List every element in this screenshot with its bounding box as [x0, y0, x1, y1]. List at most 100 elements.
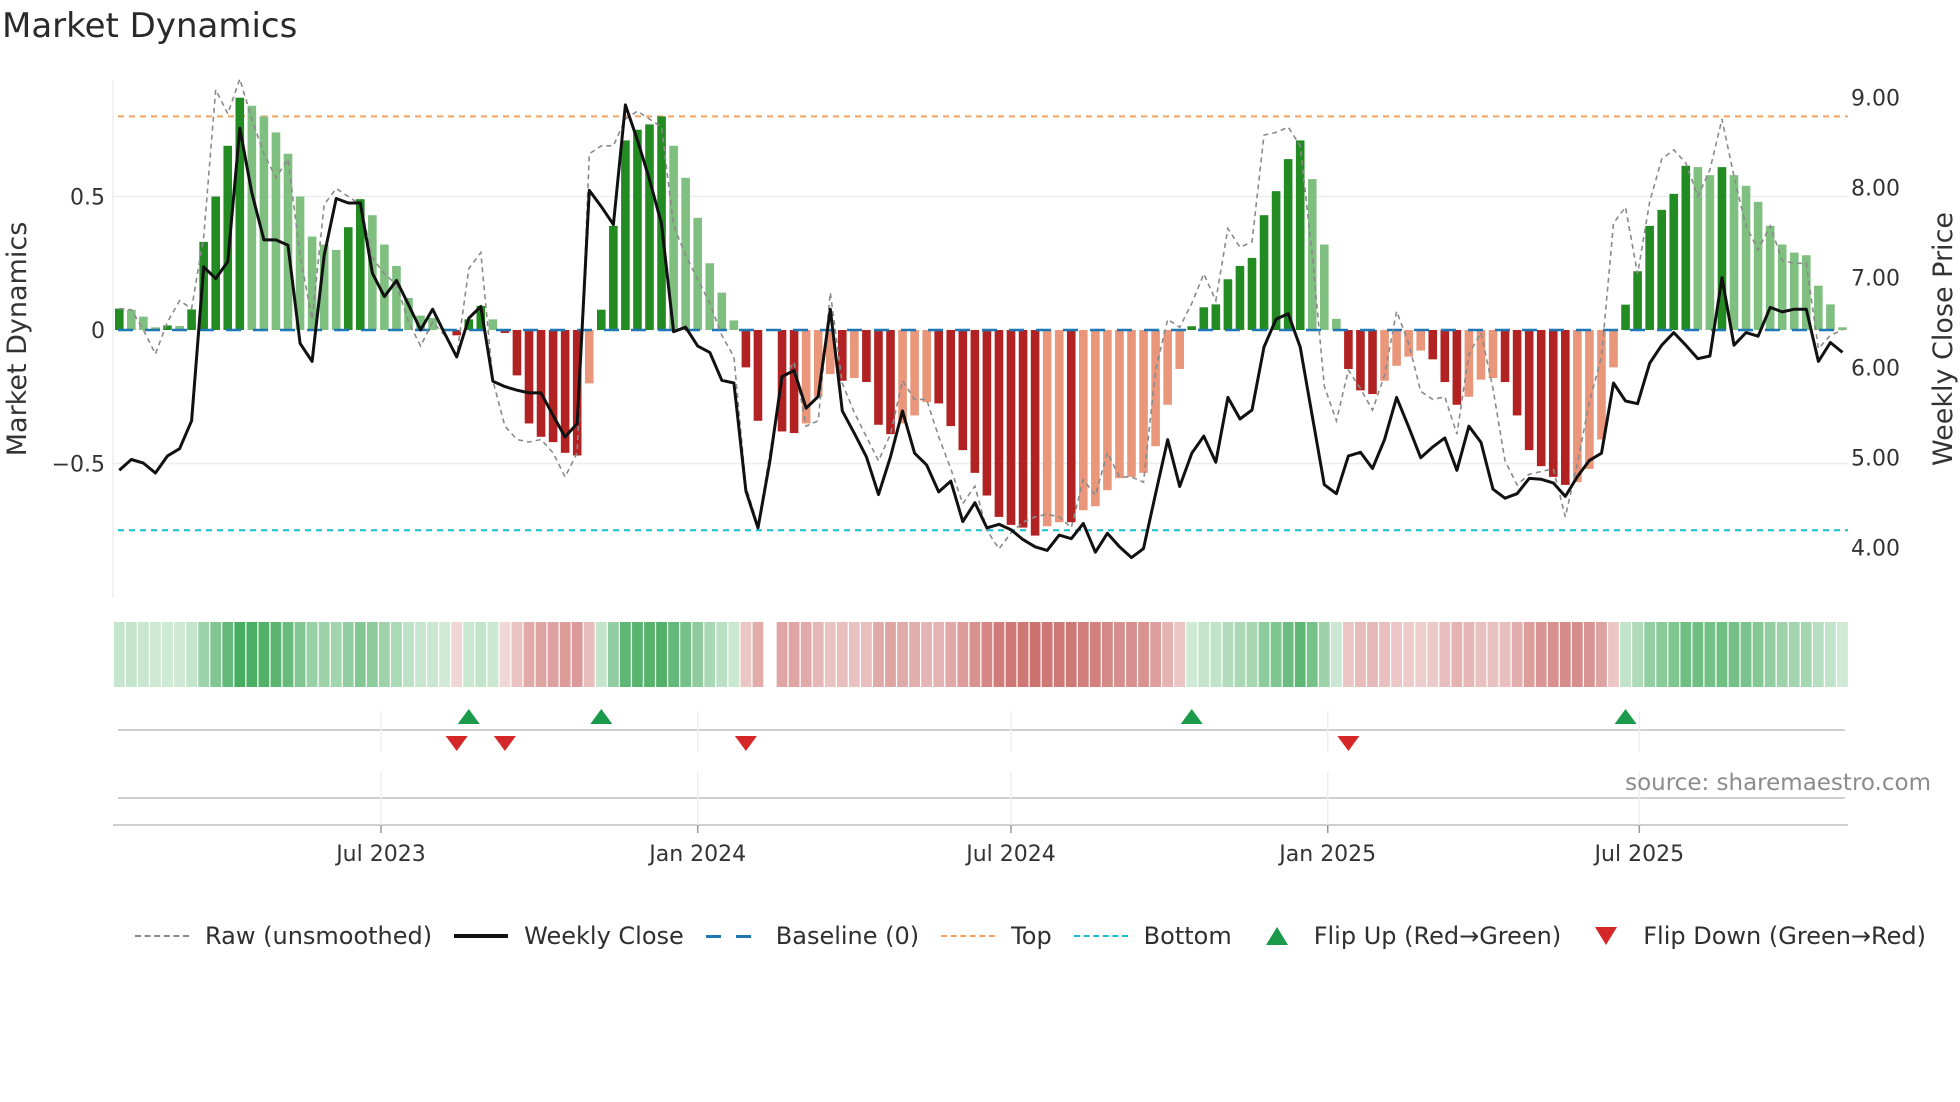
heat-cell: [776, 622, 788, 687]
y-tick-label: 0: [91, 319, 105, 344]
heat-cell: [1306, 622, 1318, 687]
positive-bar: [127, 309, 136, 330]
heat-cell: [547, 622, 559, 687]
positive-bar: [1741, 185, 1751, 330]
heat-cell: [704, 622, 716, 687]
heat-cell: [1029, 622, 1041, 687]
heat-cell: [1535, 622, 1547, 687]
legend-item-flip-up[interactable]: Flip Up (Red→Green): [1254, 922, 1562, 950]
legend-item-bottom[interactable]: Bottom: [1073, 922, 1232, 950]
heat-cell: [1065, 622, 1077, 687]
legend-item-top[interactable]: Top: [941, 922, 1052, 950]
negative-bar: [1585, 330, 1594, 469]
heat-strip: [113, 622, 1848, 687]
heat-cell: [162, 622, 173, 687]
negative-bar: [1356, 330, 1365, 391]
heat-cell: [632, 622, 643, 687]
x-tick-label: Jul 2023: [334, 842, 426, 867]
heat-cell: [306, 622, 318, 687]
positive-bar: [1633, 271, 1642, 330]
negative-bar: [1079, 330, 1088, 511]
bottom-line-swatch: [1073, 935, 1128, 937]
negative-bar: [1066, 330, 1076, 523]
triangle-up-icon: [1265, 927, 1288, 945]
heat-cell: [752, 622, 764, 687]
negative-bar: [584, 330, 594, 384]
legend-item-close[interactable]: Weekly Close: [454, 922, 684, 950]
positive-bar: [1235, 265, 1245, 330]
negative-bar: [1464, 330, 1474, 397]
heat-cell: [1077, 622, 1089, 687]
negative-bar: [994, 330, 1004, 517]
negative-bar: [922, 330, 931, 403]
negative-bar: [1139, 330, 1148, 473]
legend-item-baseline[interactable]: Baseline (0): [705, 922, 919, 950]
heat-cell: [1367, 622, 1378, 687]
raw-line: [119, 76, 1843, 551]
heat-cell: [1800, 622, 1812, 687]
raw-line-swatch: [135, 935, 189, 937]
heat-cell: [1620, 622, 1631, 687]
heat-cell: [873, 622, 884, 687]
negative-bar: [862, 330, 871, 383]
positive-bar: [488, 319, 498, 330]
positive-bar: [1295, 140, 1305, 330]
negative-bar: [1030, 330, 1040, 536]
heat-cell: [150, 622, 161, 687]
heat-cell: [1439, 622, 1451, 687]
heat-cell: [1138, 622, 1149, 687]
negative-bar: [1561, 330, 1570, 485]
positive-bar: [1669, 193, 1679, 330]
negative-bar: [850, 330, 859, 379]
negative-bar: [1006, 330, 1016, 525]
heat-cell: [234, 622, 246, 687]
positive-bar: [1657, 209, 1666, 330]
positive-bar: [633, 129, 642, 330]
flip-up-marker: [1614, 709, 1637, 724]
heat-cell: [354, 622, 366, 687]
heat-cell: [1451, 622, 1463, 687]
legend-item-flip-down[interactable]: Flip Down (Green→Red): [1583, 922, 1926, 950]
heat-cell: [1608, 622, 1619, 687]
positive-bar: [717, 292, 727, 330]
legend-item-raw[interactable]: Raw (unsmoothed): [135, 922, 432, 950]
heat-cell: [463, 622, 475, 687]
heat-cell: [1511, 622, 1523, 687]
heat-cell: [1584, 622, 1595, 687]
positive-bar: [1621, 304, 1630, 330]
heat-cell: [1752, 622, 1764, 687]
heat-cell: [607, 622, 619, 687]
positive-bar: [139, 316, 148, 330]
heat-cell: [1547, 622, 1559, 687]
negative-bar: [934, 330, 943, 404]
positive-bar: [1705, 175, 1715, 330]
negative-bar: [536, 330, 546, 437]
negative-bar: [1368, 330, 1377, 395]
flip-markers: [118, 709, 1845, 799]
heat-cell: [427, 622, 438, 687]
heat-cell: [1186, 622, 1198, 687]
legend-label: Raw (unsmoothed): [205, 922, 433, 950]
y2-tick-label: 5.00: [1851, 447, 1900, 472]
negative-bar: [1512, 330, 1522, 416]
positive-bar: [187, 309, 196, 330]
legend: Raw (unsmoothed) Weekly Close Baseline (…: [135, 922, 1948, 950]
negative-bar: [1091, 330, 1100, 507]
heat-cell: [535, 622, 547, 687]
positive-bar: [693, 217, 702, 330]
flip-up-marker: [1180, 709, 1203, 724]
heat-cell: [1258, 622, 1270, 687]
heat-cell: [692, 622, 704, 687]
heat-cell: [1692, 622, 1704, 687]
heat-cell: [415, 622, 426, 687]
heat-cell: [174, 622, 185, 687]
legend-label: Flip Up (Red→Green): [1313, 922, 1562, 950]
heat-cell: [1704, 622, 1716, 687]
source-label: source: sharemaestro.com: [1625, 770, 1931, 796]
heat-cell: [1427, 622, 1439, 687]
line-series: [118, 76, 1844, 560]
negative-bar: [1127, 330, 1136, 477]
heat-cell: [1246, 622, 1258, 687]
heat-cell: [1318, 622, 1330, 687]
heat-cell: [475, 622, 487, 687]
